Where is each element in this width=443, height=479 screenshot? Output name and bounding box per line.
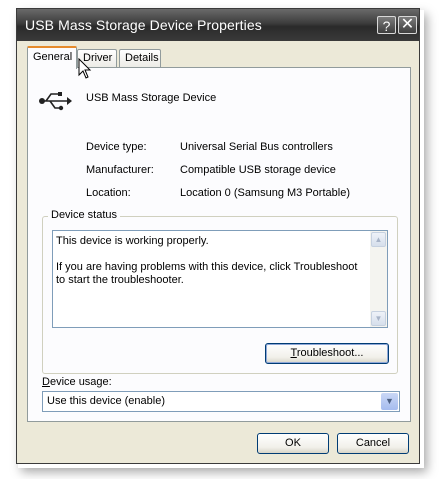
device-usage-value: Use this device (enable) xyxy=(47,395,166,407)
chevron-down-icon[interactable]: ▼ xyxy=(381,393,398,410)
status-scrollbar[interactable]: ▲ ▼ xyxy=(370,231,387,327)
manufacturer-label: Manufacturer: xyxy=(86,164,154,176)
help-button[interactable]: ? xyxy=(377,16,396,34)
tab-details[interactable]: Details xyxy=(119,49,161,67)
status-line-2: If you are having problems with this dev… xyxy=(56,261,358,286)
device-usage-label: Device usage: xyxy=(42,376,112,388)
device-type-label: Device type: xyxy=(86,141,147,153)
device-status-textbox[interactable]: This device is working properly. If you … xyxy=(52,230,388,328)
scroll-down-arrow-icon[interactable]: ▼ xyxy=(371,311,386,326)
close-button[interactable]: ✕ xyxy=(398,16,417,34)
troubleshoot-label: roubleshoot... xyxy=(296,347,364,359)
tab-general[interactable]: General xyxy=(27,46,77,69)
device-status-group: Device status This device is working pro… xyxy=(42,209,398,374)
cancel-button[interactable]: Cancel xyxy=(337,433,409,454)
general-tab-panel: USB Mass Storage Device Device type: Uni… xyxy=(27,67,411,422)
window-title: USB Mass Storage Device Properties xyxy=(25,17,262,33)
location-label: Location: xyxy=(86,187,131,199)
troubleshoot-button[interactable]: Troubleshoot... xyxy=(265,343,389,364)
device-name: USB Mass Storage Device xyxy=(86,92,217,104)
ok-button[interactable]: OK xyxy=(257,433,329,454)
title-bar[interactable]: USB Mass Storage Device Properties ? ✕ xyxy=(17,9,419,41)
properties-dialog: USB Mass Storage Device Properties ? ✕ G… xyxy=(16,8,420,464)
device-usage-mnemonic: D xyxy=(42,376,50,388)
usb-icon xyxy=(39,92,72,111)
location-value: Location 0 (Samsung M3 Portable) xyxy=(180,187,350,199)
device-usage-label-text: evice usage: xyxy=(49,376,112,388)
device-status-title: Device status xyxy=(48,209,121,221)
device-status-text: This device is working properly. If you … xyxy=(56,235,366,300)
mouse-pointer-icon xyxy=(78,58,92,79)
scroll-up-arrow-icon[interactable]: ▲ xyxy=(371,232,386,247)
manufacturer-value: Compatible USB storage device xyxy=(180,164,336,176)
status-line-1: This device is working properly. xyxy=(56,235,209,247)
device-type-value: Universal Serial Bus controllers xyxy=(180,141,333,153)
device-usage-select[interactable]: Use this device (enable) ▼ xyxy=(42,391,400,412)
